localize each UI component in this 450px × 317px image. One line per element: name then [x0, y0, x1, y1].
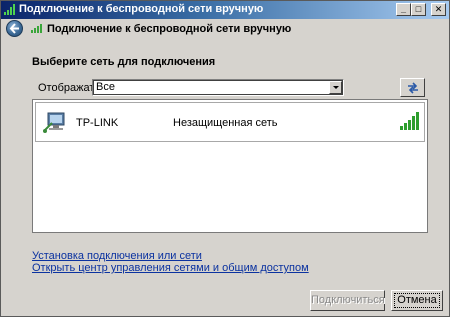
network-computer-icon — [42, 111, 68, 138]
filter-select-value: Все — [96, 81, 115, 93]
minimize-button[interactable]: _ — [396, 3, 411, 16]
wireless-signal-icon — [31, 24, 43, 36]
network-name: TP-LINK — [76, 117, 119, 129]
connect-button[interactable]: Подключиться — [310, 290, 385, 311]
header-title: Подключение к беспроводной сети вручную — [47, 23, 292, 35]
network-center-link[interactable]: Открыть центр управления сетями и общим … — [32, 262, 309, 274]
title-bar[interactable]: Подключение к беспроводной сети вручную … — [1, 1, 449, 19]
network-list[interactable]: TP-LINK Незащищенная сеть — [32, 99, 428, 233]
wireless-signal-icon — [4, 4, 16, 18]
maximize-button[interactable]: □ — [411, 3, 426, 16]
refresh-button[interactable] — [400, 78, 425, 97]
chevron-down-icon[interactable] — [329, 81, 342, 94]
dialog-window: Подключение к беспроводной сети вручную … — [0, 0, 450, 317]
setup-connection-link[interactable]: Установка подключения или сети — [32, 250, 202, 262]
filter-label: Отображать — [38, 82, 101, 94]
network-security: Незащищенная сеть — [173, 117, 278, 129]
cancel-button[interactable]: Отмена — [391, 290, 443, 311]
list-item[interactable]: TP-LINK Незащищенная сеть — [35, 102, 425, 142]
page-title: Выберите сеть для подключения — [32, 56, 216, 68]
signal-strength-icon — [400, 112, 422, 133]
back-arrow-icon — [9, 23, 19, 34]
back-button[interactable] — [6, 20, 23, 37]
window-title: Подключение к беспроводной сети вручную — [19, 3, 264, 15]
wizard-header: Подключение к беспроводной сети вручную — [2, 19, 448, 39]
refresh-icon — [408, 82, 418, 94]
close-button[interactable]: ✕ — [431, 3, 446, 16]
filter-select[interactable]: Все — [92, 79, 344, 96]
